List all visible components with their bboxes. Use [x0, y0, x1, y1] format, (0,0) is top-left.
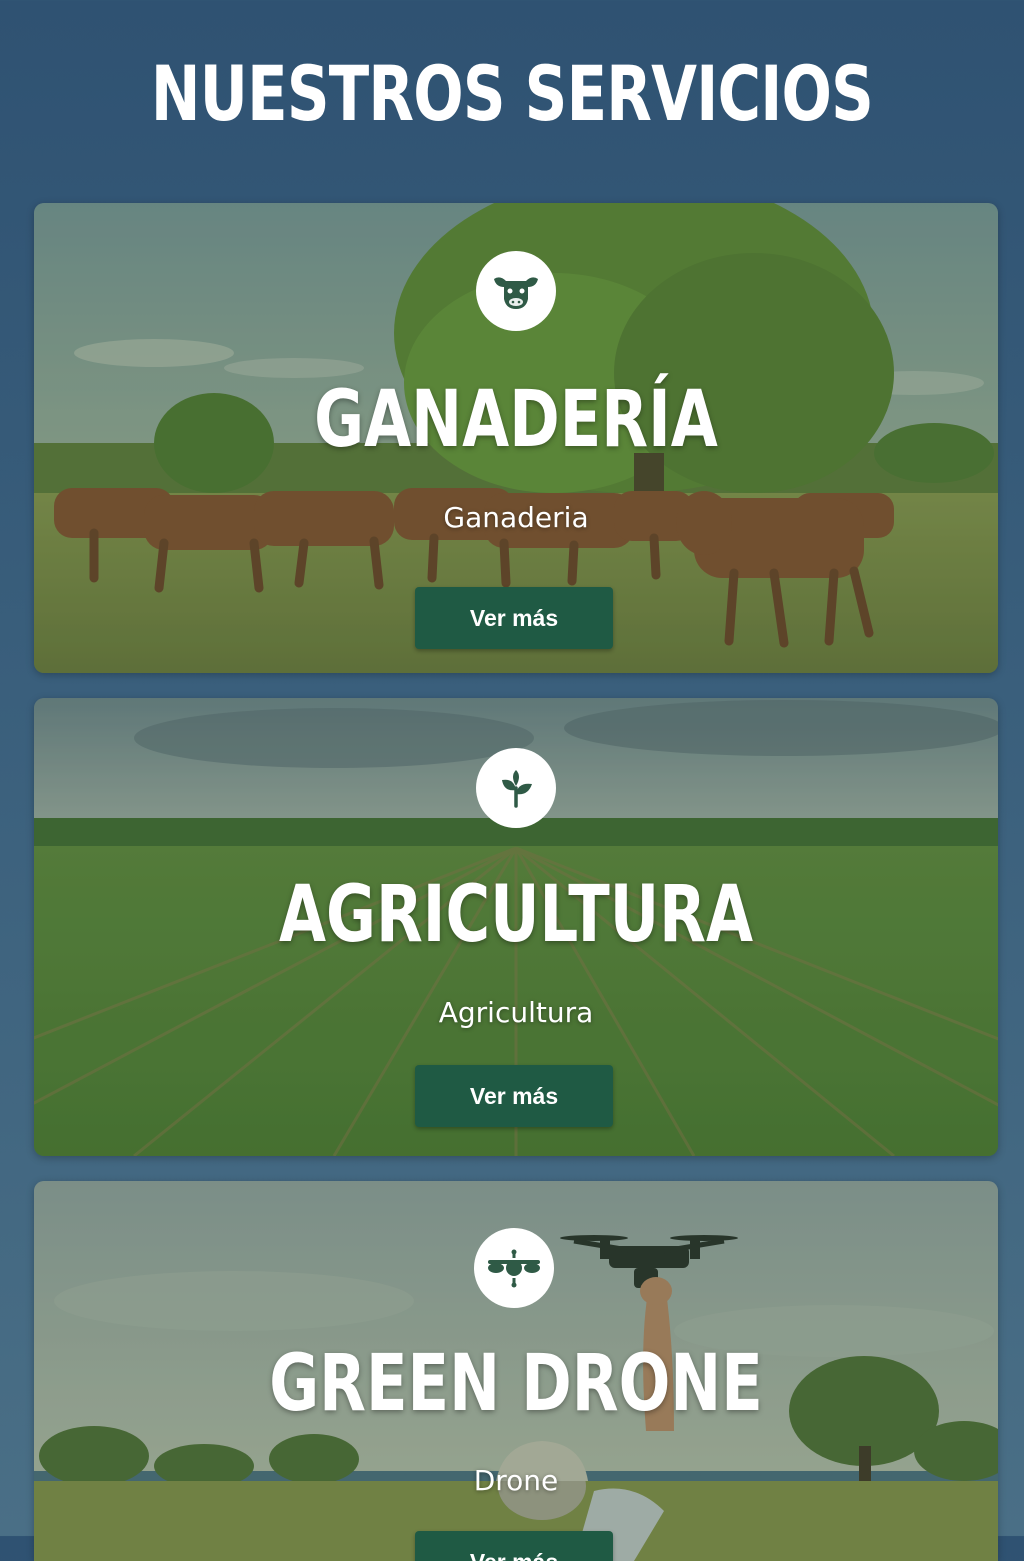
service-subtitle: Drone [473, 1464, 559, 1497]
service-subtitle: Ganaderia [443, 501, 589, 534]
drone-icon [488, 1249, 540, 1288]
sprout-icon [502, 770, 532, 808]
service-card-ganaderia: GANADERÍA Ganaderia Ver más [34, 203, 998, 673]
ver-mas-ganaderia-button[interactable]: Ver más [415, 587, 613, 649]
service-title: GREEN DRONE [269, 1339, 763, 1429]
service-card-drone: GREEN DRONE Drone Ver más [34, 1181, 998, 1561]
icon-circle [476, 748, 556, 828]
cow-icon [494, 277, 538, 309]
service-card-agricultura: AGRICULTURA Agricultura Ver más [34, 698, 998, 1156]
service-subtitle: Agricultura [438, 996, 594, 1029]
icon-circle [474, 1228, 554, 1308]
ver-mas-agricultura-button[interactable]: Ver más [415, 1065, 613, 1127]
icon-circle [476, 251, 556, 331]
page-title: NUESTROS SERVICIOS [150, 49, 874, 138]
service-title: GANADERÍA [314, 375, 718, 465]
service-title: AGRICULTURA [278, 870, 754, 960]
